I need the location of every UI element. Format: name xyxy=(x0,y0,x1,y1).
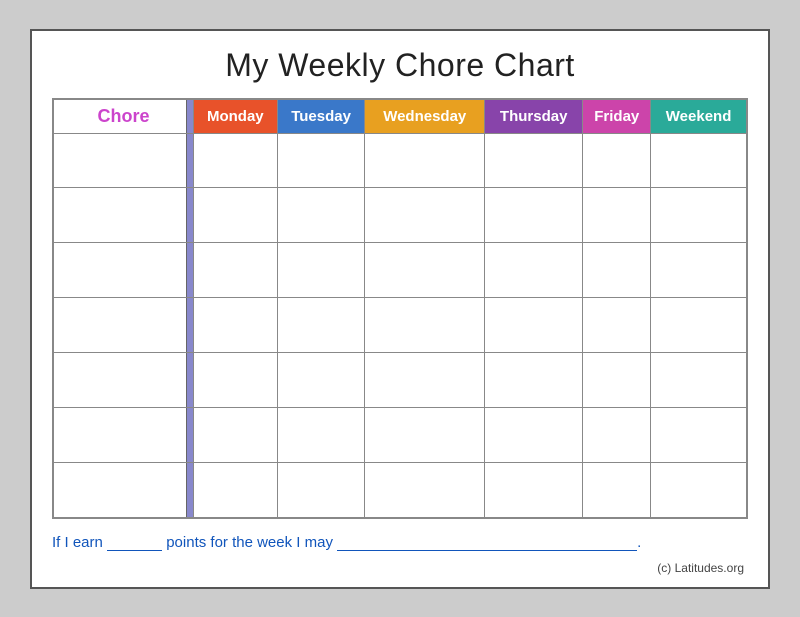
friday-header: Friday xyxy=(583,99,651,133)
table-row xyxy=(54,188,747,243)
day-cell xyxy=(194,462,278,517)
day-cell xyxy=(583,133,651,188)
day-cell xyxy=(365,298,485,353)
day-cell xyxy=(365,407,485,462)
day-cell xyxy=(365,133,485,188)
chore-header: Chore xyxy=(54,99,194,133)
chore-cell xyxy=(54,243,194,298)
table-row xyxy=(54,133,747,188)
day-cell xyxy=(277,188,365,243)
day-cell xyxy=(484,188,582,243)
copyright: (c) Latitudes.org xyxy=(52,561,748,575)
day-cell xyxy=(277,298,365,353)
day-cell xyxy=(651,462,747,517)
day-cell xyxy=(651,188,747,243)
day-cell xyxy=(277,243,365,298)
footer-text: If I earn points for the week I may . xyxy=(52,529,748,551)
day-cell xyxy=(365,352,485,407)
day-cell xyxy=(277,407,365,462)
day-cell xyxy=(194,243,278,298)
day-cell xyxy=(277,462,365,517)
day-cell xyxy=(484,133,582,188)
day-cell xyxy=(484,352,582,407)
page: My Weekly Chore Chart Chore Monday Tuesd… xyxy=(30,29,770,589)
day-cell xyxy=(194,188,278,243)
day-cell xyxy=(651,407,747,462)
day-cell xyxy=(365,462,485,517)
day-cell xyxy=(365,188,485,243)
chore-cell xyxy=(54,462,194,517)
day-cell xyxy=(194,407,278,462)
day-cell xyxy=(194,298,278,353)
day-cell xyxy=(651,298,747,353)
day-cell xyxy=(651,133,747,188)
day-cell xyxy=(583,352,651,407)
day-cell xyxy=(194,133,278,188)
day-cell xyxy=(583,188,651,243)
day-cell xyxy=(583,407,651,462)
day-cell xyxy=(583,298,651,353)
thursday-header: Thursday xyxy=(484,99,582,133)
day-cell xyxy=(484,462,582,517)
tuesday-header: Tuesday xyxy=(277,99,365,133)
day-cell xyxy=(484,298,582,353)
weekend-header: Weekend xyxy=(651,99,747,133)
day-cell xyxy=(277,352,365,407)
day-cell xyxy=(583,462,651,517)
table-row xyxy=(54,407,747,462)
footer-blank-points xyxy=(107,533,162,551)
chore-cell xyxy=(54,133,194,188)
chore-chart-table: Chore Monday Tuesday Wednesday Thursday … xyxy=(53,99,747,518)
table-row xyxy=(54,243,747,298)
page-title: My Weekly Chore Chart xyxy=(52,47,748,84)
day-cell xyxy=(484,407,582,462)
day-cell xyxy=(277,133,365,188)
day-cell xyxy=(651,352,747,407)
day-cell xyxy=(365,243,485,298)
table-row xyxy=(54,298,747,353)
day-cell xyxy=(651,243,747,298)
chore-cell xyxy=(54,298,194,353)
chore-cell xyxy=(54,352,194,407)
chart-wrapper: Chore Monday Tuesday Wednesday Thursday … xyxy=(52,98,748,519)
chore-cell xyxy=(54,188,194,243)
table-row xyxy=(54,462,747,517)
day-cell xyxy=(484,243,582,298)
table-row xyxy=(54,352,747,407)
monday-header: Monday xyxy=(194,99,278,133)
chore-cell xyxy=(54,407,194,462)
day-cell xyxy=(583,243,651,298)
day-cell xyxy=(194,352,278,407)
wednesday-header: Wednesday xyxy=(365,99,485,133)
footer-blank-reward xyxy=(337,533,637,551)
